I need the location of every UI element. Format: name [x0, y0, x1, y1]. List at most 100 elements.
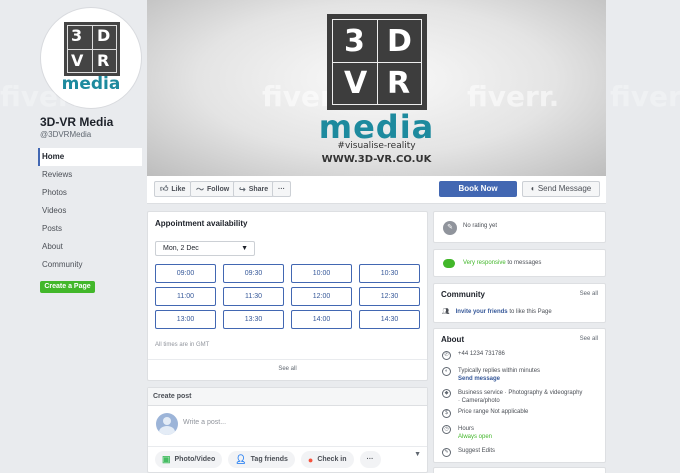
nav-item-videos[interactable]: Videos: [38, 202, 142, 220]
time-slot[interactable]: 13:00: [155, 310, 216, 329]
nav-item-photos[interactable]: Photos: [38, 184, 142, 202]
location-pin-icon: ●: [307, 454, 314, 465]
photo-icon: ▣: [162, 454, 171, 464]
about-hours-row: ◷ Hours Always open: [442, 425, 492, 441]
about-category-row: ◆ Business service · Photography & video…: [442, 389, 582, 405]
community-card: Community See all 👥︎ Invite your friends…: [433, 283, 606, 323]
send-message-link[interactable]: Send message: [458, 375, 540, 383]
profile-logo: 3 D V R: [64, 22, 120, 76]
cover-logo-letter: 3: [344, 24, 365, 59]
time-slot[interactable]: 10:30: [359, 264, 420, 283]
time-slot[interactable]: 14:00: [291, 310, 352, 329]
follow-button[interactable]: 〜 Follow: [190, 181, 236, 197]
about-price-row: $ Price range Not applicable: [442, 409, 528, 418]
about-phone-row: ✆ +44 1234 731786: [442, 351, 505, 360]
appointment-title: Appointment availability: [155, 219, 248, 228]
about-suggest-edits-row[interactable]: ✎ Suggest Edits: [442, 448, 495, 457]
cover-logo-letter: R: [387, 66, 411, 101]
reply-time: Typically replies within minutes: [458, 368, 541, 374]
caret-down-icon[interactable]: ▼: [414, 451, 421, 458]
rating-card: ✎ No rating yet: [433, 211, 606, 243]
price-range: Price range Not applicable: [458, 409, 529, 415]
about-see-all-link[interactable]: See all: [580, 336, 598, 342]
appointment-see-all-link[interactable]: See all: [148, 366, 427, 372]
invite-friends-row[interactable]: 👥︎ Invite your friends to like this Page: [442, 308, 552, 316]
tag-friends-button[interactable]: 👤︎ Tag friends: [228, 451, 295, 468]
divider: [148, 359, 427, 360]
responsiveness-highlight: Very responsive: [463, 260, 506, 266]
time-slot[interactable]: 09:00: [155, 264, 216, 283]
invite-text: Invite your friends to like this Page: [456, 309, 552, 315]
photo-video-button[interactable]: ▣ Photo/Video: [155, 451, 223, 468]
more-label: ···: [366, 456, 374, 463]
photo-video-label: Photo/Video: [174, 456, 216, 463]
suggest-edits-link[interactable]: Suggest Edits: [458, 448, 495, 457]
book-now-button[interactable]: Book Now: [439, 181, 517, 197]
community-title: Community: [441, 290, 485, 299]
more-label: ···: [278, 185, 285, 193]
about-messenger-row: ◐ Typically replies within minutes Send …: [442, 367, 540, 383]
cover-logo-letter: D: [387, 24, 412, 59]
nav-item-community[interactable]: Community: [38, 256, 142, 274]
follow-label: Follow: [207, 185, 230, 193]
send-message-button[interactable]: ◐ Send Message: [522, 181, 600, 197]
time-slot[interactable]: 13:30: [223, 310, 284, 329]
about-title: About: [441, 335, 465, 344]
phone-number[interactable]: +44 1234 731786: [458, 351, 505, 360]
page-handle[interactable]: @3DVRMedia: [40, 130, 91, 139]
watermark: fiverr.: [0, 80, 93, 113]
page-title[interactable]: 3D-VR Media: [40, 115, 113, 129]
messenger-icon: ◐: [442, 367, 451, 376]
share-label: Share: [248, 185, 269, 193]
logo-letter: D: [97, 26, 111, 45]
more-button[interactable]: ···: [272, 181, 291, 197]
post-actions: ▣ Photo/Video 👤︎ Tag friends ● Check in …: [155, 451, 381, 468]
hours-label: Hours: [458, 426, 475, 432]
page-action-bar: 👍︎ Like 〜 Follow ↪ Share ··· Book Now ◐ …: [147, 176, 606, 204]
time-slot[interactable]: 11:30: [223, 287, 284, 306]
category-line[interactable]: · Camera/photo: [458, 397, 582, 405]
tag-friends-label: Tag friends: [250, 456, 288, 463]
cover-logo-letter: V: [344, 66, 368, 101]
create-post-card: Create post Write a post... ▣ Photo/Vide…: [147, 387, 428, 473]
community-see-all-link[interactable]: See all: [580, 291, 598, 297]
share-icon: ↪: [239, 184, 246, 194]
thumbs-up-icon: 👍︎: [160, 184, 169, 193]
invite-link[interactable]: Invite your friends: [456, 309, 508, 315]
category-tag-icon: ◆: [442, 389, 451, 398]
rating-text: No rating yet: [463, 223, 498, 229]
more-post-options-button[interactable]: ···: [359, 451, 381, 468]
time-slot[interactable]: 11:00: [155, 287, 216, 306]
category-line[interactable]: Business service · Photography & videogr…: [458, 389, 582, 397]
timezone-note: All times are in GMT: [155, 342, 210, 348]
nav-item-home[interactable]: Home: [38, 148, 142, 166]
nav-item-posts[interactable]: Posts: [38, 220, 142, 238]
cover-photo[interactable]: fiverr. fiverr. 3 D V R media #visualise…: [147, 0, 606, 176]
time-slot[interactable]: 10:00: [291, 264, 352, 283]
nav-item-reviews[interactable]: Reviews: [38, 166, 142, 184]
share-button[interactable]: ↪ Share: [233, 181, 275, 197]
send-message-label: Send Message: [537, 184, 592, 193]
left-nav: Home Reviews Photos Videos Posts About C…: [38, 148, 142, 274]
time-slot[interactable]: 12:30: [359, 287, 420, 306]
responsiveness-rest: to messages: [507, 260, 542, 266]
messenger-icon: ◐: [530, 184, 536, 193]
rss-icon: 〜: [196, 184, 204, 194]
review-icon: ✎: [443, 221, 457, 235]
date-dropdown[interactable]: Mon, 2 Dec ▼: [155, 241, 255, 256]
cover-logo: 3 D V R: [327, 14, 427, 110]
time-slot[interactable]: 09:30: [223, 264, 284, 283]
avatar: [156, 413, 178, 435]
logo-letter: 3: [71, 26, 83, 45]
clock-icon: ◷: [442, 425, 451, 434]
time-slot[interactable]: 14:30: [359, 310, 420, 329]
pencil-icon: ✎: [442, 448, 451, 457]
nav-item-about[interactable]: About: [38, 238, 142, 256]
create-page-button[interactable]: Create a Page: [40, 281, 95, 293]
time-slot[interactable]: 12:00: [291, 287, 352, 306]
check-in-button[interactable]: ● Check in: [300, 451, 354, 468]
create-post-title: Create post: [148, 388, 427, 406]
like-button[interactable]: 👍︎ Like: [154, 181, 192, 197]
responsiveness-text: Very responsive to messages: [463, 260, 541, 266]
post-composer-input[interactable]: Write a post...: [183, 419, 226, 426]
